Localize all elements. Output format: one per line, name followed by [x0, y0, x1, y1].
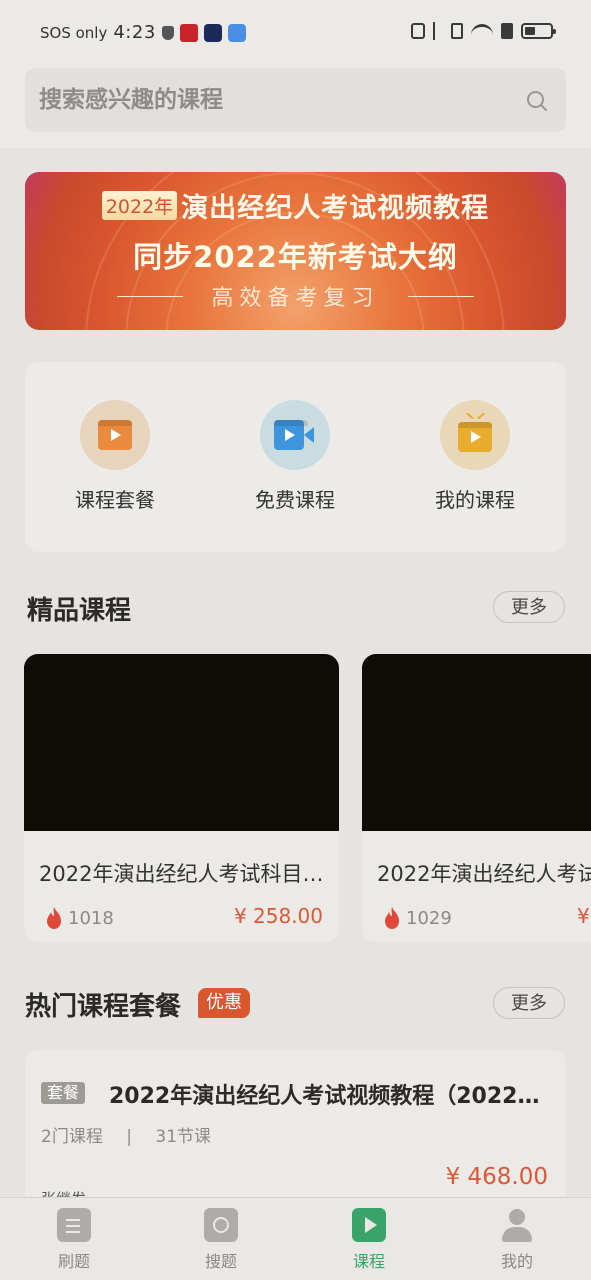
featured-more-button[interactable]: 更多: [493, 591, 565, 623]
practice-icon: [57, 1208, 91, 1242]
course-play-icon: [352, 1208, 386, 1242]
course-price: ¥ 258.00: [233, 904, 323, 928]
nav-tab-practice[interactable]: 刷题: [24, 1208, 124, 1272]
alert-icon: [501, 23, 513, 39]
quick-item-free-course[interactable]: 免费课程: [235, 400, 355, 513]
course-home-screen: SOS only 4:23 搜索感兴趣的课程 2022年 演出经纪人考试视频教程…: [0, 0, 591, 1280]
tv-icon: [440, 400, 510, 470]
course-thumbnail: [362, 654, 591, 831]
battery-icon: [521, 23, 556, 39]
course-popularity: 1029: [382, 906, 452, 930]
course-title: 2022年演出经纪人考试科目: [377, 862, 591, 886]
wifi-icon: [471, 24, 493, 38]
nav-label: 搜题: [204, 1252, 237, 1271]
nav-tab-profile[interactable]: 我的: [467, 1208, 567, 1272]
quick-item-course-package[interactable]: 课程套餐: [55, 400, 175, 513]
app-notification-icon: [203, 23, 222, 42]
banner-divider: [408, 296, 474, 297]
package-title: 2022年演出经纪人考试视频教程（2022…: [109, 1084, 540, 1109]
app-notification-icon: [179, 23, 198, 42]
course-card[interactable]: 2022年演出经纪人考试科目 1029 ¥: [362, 654, 591, 942]
course-price: ¥: [577, 904, 590, 928]
search-question-icon: [204, 1208, 238, 1242]
video-camera-icon: [260, 400, 330, 470]
profile-icon: [500, 1208, 534, 1242]
search-bar: [0, 64, 591, 148]
quick-menu: 课程套餐 免费课程 我的课程: [25, 362, 566, 552]
course-title: 2022年演出经纪人考试科目…: [39, 862, 324, 886]
status-left: SOS only 4:23: [40, 22, 246, 43]
package-course-count: 2门课程: [41, 1127, 103, 1147]
quick-item-label: 我的课程: [435, 488, 515, 512]
banner-tagline: 高效备考复习: [211, 286, 380, 311]
course-view-count: 1029: [406, 907, 452, 929]
status-right: [411, 22, 556, 40]
shield-icon: [161, 25, 174, 40]
nfc-icon: [411, 23, 425, 39]
nav-label: 课程: [352, 1252, 385, 1271]
course-package-icon: [80, 400, 150, 470]
package-tag: 套餐: [41, 1082, 86, 1104]
carrier-text: SOS only: [40, 23, 108, 42]
banner-title: 演出经纪人考试视频教程: [181, 193, 490, 224]
quick-item-label: 免费课程: [255, 488, 335, 512]
search-icon[interactable]: [526, 90, 548, 112]
banner-subtitle: 同步2022年新考试大纲: [133, 240, 458, 274]
hot-packages-more-button[interactable]: 更多: [493, 987, 565, 1019]
meta-separator: |: [126, 1127, 132, 1147]
banner-year-badge: 2022年: [101, 191, 178, 220]
package-meta: 2门课程 | 31节课: [41, 1122, 211, 1147]
vibrate-icon: [451, 23, 463, 39]
nav-tab-course[interactable]: 课程: [319, 1208, 419, 1272]
discount-badge: 优惠: [198, 988, 250, 1018]
clock: 4:23: [113, 22, 156, 43]
quick-item-label: 课程套餐: [75, 488, 155, 512]
banner-heading: 2022年 演出经纪人考试视频教程: [25, 186, 566, 225]
package-price: ¥ 468.00: [445, 1164, 548, 1190]
course-card[interactable]: 2022年演出经纪人考试科目… 1018 ¥ 258.00: [24, 654, 339, 942]
flame-icon: [47, 907, 61, 929]
status-bar: SOS only 4:23: [0, 0, 591, 64]
search-box[interactable]: [25, 68, 566, 132]
nav-tab-search-question[interactable]: 搜题: [171, 1208, 271, 1272]
quick-item-my-course[interactable]: 我的课程: [415, 400, 535, 513]
promo-banner[interactable]: 2022年 演出经纪人考试视频教程 同步2022年新考试大纲 高效备考复习: [25, 172, 566, 330]
hot-packages-section-title: 热门课程套餐: [25, 992, 182, 1022]
course-thumbnail: [24, 654, 339, 831]
bluetooth-icon: [433, 22, 443, 40]
course-view-count: 1018: [68, 907, 114, 929]
package-lesson-count: 31节课: [155, 1127, 212, 1147]
flame-icon: [385, 907, 399, 929]
bottom-nav: 刷题 搜题 课程 我的: [0, 1197, 591, 1280]
nav-label: 我的: [500, 1252, 533, 1271]
nav-label: 刷题: [57, 1252, 90, 1271]
featured-section-title: 精品课程: [27, 596, 132, 626]
course-popularity: 1018: [44, 906, 114, 930]
mail-notification-icon: [227, 23, 246, 42]
search-input[interactable]: [39, 78, 499, 122]
